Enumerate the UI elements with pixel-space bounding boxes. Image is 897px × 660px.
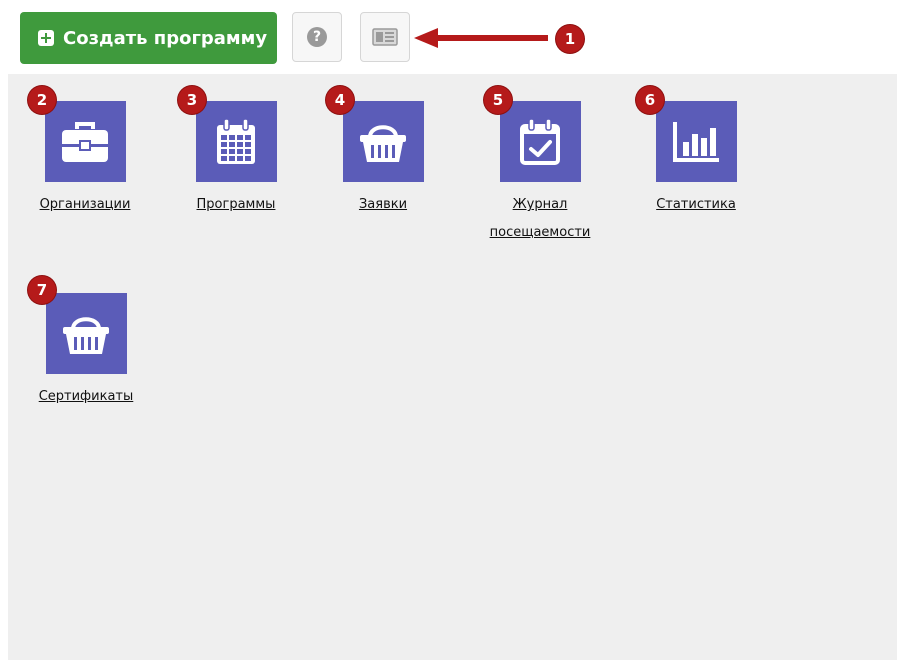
id-card-icon <box>372 28 398 46</box>
card-view-button[interactable] <box>360 12 410 62</box>
tile-label-statistics[interactable]: Статистика <box>656 191 736 219</box>
tile-icon-box <box>45 293 127 374</box>
tile-label-attendance-journal[interactable]: Журнал посещаемости <box>490 191 591 247</box>
create-program-button[interactable]: Создать программу <box>20 12 277 64</box>
tile-label-programs[interactable]: Программы <box>197 191 276 219</box>
annotation-badge-4: 4 <box>326 86 354 114</box>
tile-attendance-journal[interactable]: Журнал посещаемости <box>485 101 595 247</box>
annotation-badge-1: 1 <box>556 25 584 53</box>
annotation-badge-2: 2 <box>28 86 56 114</box>
annotation-badge-7: 7 <box>28 276 56 304</box>
tile-certificates[interactable]: Сертификаты <box>31 293 141 411</box>
help-icon: ? <box>307 27 327 47</box>
tile-label-line1: Журнал <box>512 197 568 212</box>
annotation-badge-3: 3 <box>178 86 206 114</box>
annotation-arrow <box>414 28 548 48</box>
basket-icon <box>63 316 109 354</box>
tile-statistics[interactable]: Статистика <box>641 101 751 219</box>
annotation-badge-5: 5 <box>484 86 512 114</box>
basket-icon <box>360 124 406 162</box>
tile-icon-box <box>44 101 126 182</box>
tile-label-organizations[interactable]: Организации <box>40 191 131 219</box>
tile-programs[interactable]: Программы <box>181 101 291 219</box>
bar-chart-icon <box>673 121 719 162</box>
tile-label-line2: посещаемости <box>489 225 591 240</box>
calendar-icon <box>217 117 255 164</box>
briefcase-icon <box>62 121 108 162</box>
tile-icon-box <box>195 101 277 182</box>
plus-icon <box>38 30 54 46</box>
tile-icon-box <box>655 101 737 182</box>
calendar-check-icon <box>520 117 560 165</box>
tile-organizations[interactable]: Организации <box>30 101 140 219</box>
create-program-label: Создать программу <box>63 27 268 49</box>
help-button[interactable]: ? <box>292 12 342 62</box>
workspace: Организации 2 Программы 3 Заявки 4 Журна… <box>8 74 897 660</box>
tile-label-certificates[interactable]: Сертификаты <box>39 383 134 411</box>
toolbar: Создать программу ? 1 <box>0 0 897 74</box>
tile-applications[interactable]: Заявки <box>328 101 438 219</box>
tile-icon-box <box>342 101 424 182</box>
tile-icon-box <box>499 101 581 182</box>
tile-label-applications[interactable]: Заявки <box>359 191 407 219</box>
annotation-badge-6: 6 <box>636 86 664 114</box>
